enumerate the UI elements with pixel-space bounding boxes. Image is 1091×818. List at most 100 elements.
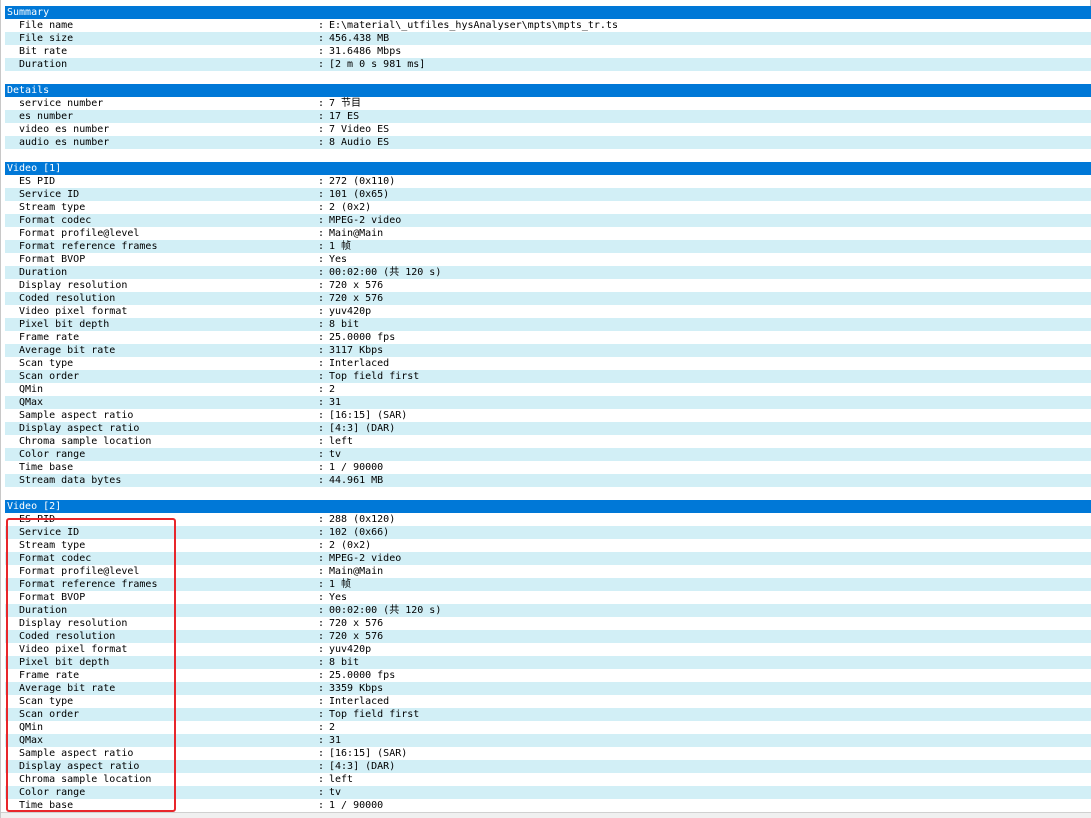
report-row[interactable]: QMax:31: [5, 734, 1091, 747]
row-separator: :: [318, 358, 325, 369]
report-row[interactable]: Pixel bit depth:8 bit: [5, 656, 1091, 669]
row-separator: :: [318, 774, 325, 785]
report-row[interactable]: Display aspect ratio: [4:3] (DAR): [5, 422, 1091, 435]
report-row[interactable]: Stream type:2 (0x2): [5, 539, 1091, 552]
row-separator: :: [318, 553, 325, 564]
report-row[interactable]: Color range: tv: [5, 448, 1091, 461]
row-key: Color range: [19, 787, 86, 798]
report-row[interactable]: Scan type: Interlaced: [5, 357, 1091, 370]
report-row[interactable]: Duration: [2 m 0 s 981 ms]: [5, 58, 1091, 71]
report-row[interactable]: Time base:1 / 90000: [5, 461, 1091, 474]
report-row[interactable]: Service ID:101 (0x65): [5, 188, 1091, 201]
report-row[interactable]: Service ID:102 (0x66): [5, 526, 1091, 539]
report-row[interactable]: Frame rate:25.0000 fps: [5, 669, 1091, 682]
row-key: Scan order: [19, 371, 80, 382]
report-row[interactable]: Stream type:2 (0x2): [5, 201, 1091, 214]
row-value: E:\material\_utfiles_hysAnalyser\mpts\mp…: [329, 20, 618, 31]
row-key: Chroma sample location: [19, 436, 152, 447]
report-row[interactable]: Duration:00:02:00 (共 120 s): [5, 604, 1091, 617]
row-separator: :: [318, 371, 325, 382]
report-row[interactable]: Chroma sample location: left: [5, 435, 1091, 448]
report-row[interactable]: Sample aspect ratio: [16:15] (SAR): [5, 747, 1091, 760]
report-row[interactable]: Duration:00:02:00 (共 120 s): [5, 266, 1091, 279]
report-row[interactable]: Coded resolution:720 x 576: [5, 630, 1091, 643]
report-row[interactable]: Format BVOP: Yes: [5, 253, 1091, 266]
section-header[interactable]: Video [1]: [5, 162, 1091, 175]
row-separator: :: [318, 332, 325, 343]
section-header[interactable]: Details: [5, 84, 1091, 97]
report-row[interactable]: Scan order: Top field first: [5, 370, 1091, 383]
row-key: Sample aspect ratio: [19, 748, 134, 759]
row-separator: :: [318, 462, 325, 473]
report-row[interactable]: Display resolution:720 x 576: [5, 279, 1091, 292]
section-gap: [5, 487, 1091, 500]
row-value: 720 x 576: [329, 293, 384, 304]
row-value: 2: [329, 722, 336, 733]
report-row[interactable]: Display aspect ratio: [4:3] (DAR): [5, 760, 1091, 773]
row-value: 25.0000 fps: [329, 332, 396, 343]
report-row[interactable]: Color range: tv: [5, 786, 1091, 799]
row-value: 272 (0x110): [329, 176, 396, 187]
report-row[interactable]: Average bit rate:3359 Kbps: [5, 682, 1091, 695]
report-row[interactable]: Video pixel format: yuv420p: [5, 643, 1091, 656]
row-separator: :: [318, 566, 325, 577]
report-row[interactable]: Average bit rate:3117 Kbps: [5, 344, 1091, 357]
report-row[interactable]: QMax:31: [5, 396, 1091, 409]
row-separator: :: [318, 605, 325, 616]
row-separator: :: [318, 748, 325, 759]
row-key: Frame rate: [19, 670, 80, 681]
row-separator: :: [318, 540, 325, 551]
report-row[interactable]: Video pixel format: yuv420p: [5, 305, 1091, 318]
report-row[interactable]: Pixel bit depth:8 bit: [5, 318, 1091, 331]
row-value: 101 (0x65): [329, 189, 390, 200]
row-value: Interlaced: [329, 358, 390, 369]
report-row[interactable]: ES PID:272 (0x110): [5, 175, 1091, 188]
report-row[interactable]: Coded resolution:720 x 576: [5, 292, 1091, 305]
report-row[interactable]: Time base:1 / 90000: [5, 799, 1091, 812]
row-separator: :: [318, 436, 325, 447]
report-row[interactable]: Format reference frames:1 帧: [5, 240, 1091, 253]
row-key: Format BVOP: [19, 592, 86, 603]
row-separator: :: [318, 59, 325, 70]
row-value: 8 bit: [329, 319, 360, 330]
row-value: 31.6486 Mbps: [329, 46, 402, 57]
row-value: 31: [329, 735, 342, 746]
report-row[interactable]: Scan order: Top field first: [5, 708, 1091, 721]
report-row[interactable]: Format reference frames:1 帧: [5, 578, 1091, 591]
report-row[interactable]: File name: E:\material\_utfiles_hysAnalys…: [5, 19, 1091, 32]
report-row[interactable]: video es number:7 Video ES: [5, 123, 1091, 136]
row-value: Main@Main: [329, 228, 384, 239]
row-key: Stream data bytes: [19, 475, 122, 486]
row-key: Pixel bit depth: [19, 657, 110, 668]
report-row[interactable]: File size:456.438 MB: [5, 32, 1091, 45]
horizontal-scrollbar[interactable]: [1, 812, 1091, 818]
row-value: [4:3] (DAR): [329, 423, 396, 434]
report-row[interactable]: Chroma sample location: left: [5, 773, 1091, 786]
report-row[interactable]: Scan type: Interlaced: [5, 695, 1091, 708]
report-row[interactable]: Format codec: MPEG-2 video: [5, 552, 1091, 565]
report-row[interactable]: ES PID:288 (0x120): [5, 513, 1091, 526]
row-value: 00:02:00 (共 120 s): [329, 605, 442, 616]
report-row[interactable]: Frame rate:25.0000 fps: [5, 331, 1091, 344]
section-header[interactable]: Video [2]: [5, 500, 1091, 513]
section-header[interactable]: Summary: [5, 6, 1091, 19]
row-separator: :: [318, 306, 325, 317]
report-row[interactable]: Stream data bytes:44.961 MB: [5, 474, 1091, 487]
report-row[interactable]: Format BVOP: Yes: [5, 591, 1091, 604]
report-row[interactable]: QMin:2: [5, 721, 1091, 734]
report-row[interactable]: Format profile@level: Main@Main: [5, 227, 1091, 240]
row-value: [16:15] (SAR): [329, 748, 408, 759]
report-row[interactable]: Sample aspect ratio: [16:15] (SAR): [5, 409, 1091, 422]
report-row[interactable]: Display resolution:720 x 576: [5, 617, 1091, 630]
report-row[interactable]: Bit rate:31.6486 Mbps: [5, 45, 1091, 58]
report-row[interactable]: Format profile@level: Main@Main: [5, 565, 1091, 578]
row-key: Chroma sample location: [19, 774, 152, 785]
report-row[interactable]: QMin:2: [5, 383, 1091, 396]
report-row[interactable]: service number:7 节目: [5, 97, 1091, 110]
row-value: 31: [329, 397, 342, 408]
report-row[interactable]: audio es number:8 Audio ES: [5, 136, 1091, 149]
row-value: MPEG-2 video: [329, 215, 402, 226]
row-value: yuv420p: [329, 644, 372, 655]
report-row[interactable]: es number:17 ES: [5, 110, 1091, 123]
report-row[interactable]: Format codec: MPEG-2 video: [5, 214, 1091, 227]
